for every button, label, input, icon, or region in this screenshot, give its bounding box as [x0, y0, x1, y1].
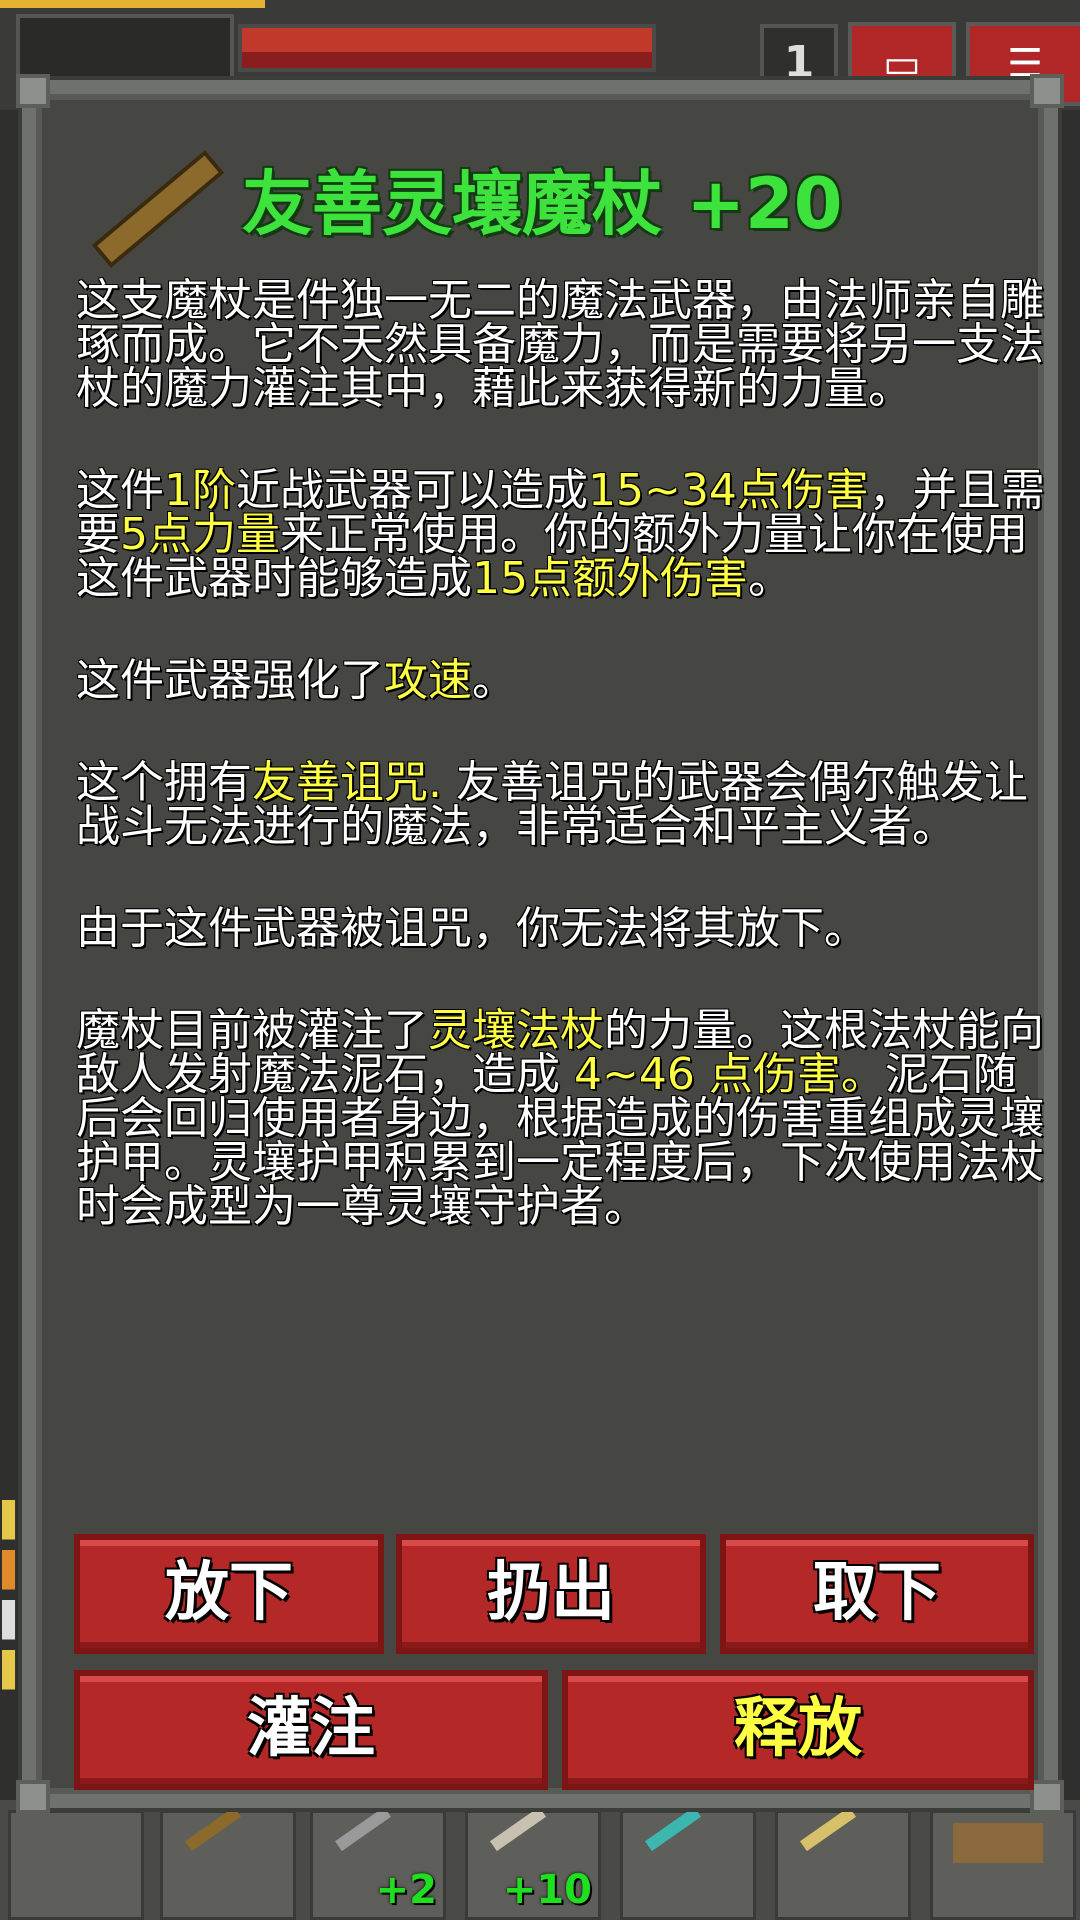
unequip-button[interactable]: 取下 — [720, 1534, 1034, 1654]
bonus-damage-highlight: 15点额外伤害 — [472, 553, 748, 604]
item-title-row: 友善灵壤魔杖 +20 — [62, 149, 1022, 269]
quickslot[interactable] — [775, 1806, 911, 1920]
quickslot[interactable] — [160, 1806, 296, 1920]
text-span: 。 — [472, 655, 516, 706]
window-corner — [16, 74, 50, 108]
description-paragraph: 由于这件武器被诅咒，你无法将其放下。 — [76, 903, 868, 954]
armor-icon — [489, 1806, 547, 1852]
quickslot-bar: +2 +10 — [0, 1800, 1080, 1920]
quickslot[interactable] — [620, 1806, 756, 1920]
wand-icon — [644, 1806, 702, 1852]
description-paragraph: 魔杖目前被灌注了灵壤法杖的力量。这根法杖能向敌人发射魔法泥石，造成 4~46 点… — [76, 1009, 1046, 1229]
log-line-glyph: ▌ — [2, 1600, 22, 1640]
wand-icon — [799, 1806, 857, 1852]
item-title: 友善灵壤魔杖 +20 — [242, 163, 843, 245]
description-paragraph: 这个拥有友善诅咒. 友善诅咒的武器会偶尔触发让战斗无法进行的魔法，非常适合和平主… — [76, 761, 1046, 849]
window-corner — [1030, 74, 1064, 108]
health-bar-fill — [242, 28, 652, 52]
quickslot[interactable]: +10 — [465, 1806, 601, 1920]
log-line-glyph: ▌ — [2, 1500, 22, 1540]
wand-icon — [184, 1806, 242, 1852]
slot-bonus: +10 — [502, 1867, 592, 1913]
experience-bar — [0, 0, 265, 8]
quickslot[interactable]: +2 — [310, 1806, 446, 1920]
quickslot[interactable] — [8, 1810, 144, 1920]
slot-bonus: +2 — [375, 1867, 437, 1913]
log-line-glyph: ▌ — [2, 1650, 22, 1690]
item-description: 这支魔杖是件独一无二的魔法武器，由法师亲自雕琢而成。它不天然具备魔力，而是需要将… — [76, 279, 1046, 1229]
window-corner — [16, 1780, 50, 1814]
backpack-slot[interactable] — [930, 1810, 1076, 1920]
wand-icon — [91, 149, 225, 269]
description-paragraph: 这支魔杖是件独一无二的魔法武器，由法师亲自雕琢而成。它不天然具备魔力，而是需要将… — [76, 275, 1044, 414]
throw-button[interactable]: 扔出 — [396, 1534, 706, 1654]
enchant-highlight: 攻速 — [384, 655, 472, 706]
imbue-button[interactable]: 灌注 — [74, 1670, 548, 1790]
weapon-icon — [334, 1806, 392, 1852]
item-info-window: 友善灵壤魔杖 +20 这支魔杖是件独一无二的魔法武器，由法师亲自雕琢而成。它不天… — [16, 74, 1064, 1814]
description-paragraph: 这件1阶近战武器可以造成15~34点伤害，并且需要5点力量来正常使用。你的额外力… — [76, 469, 1046, 601]
backpack-icon — [953, 1823, 1043, 1863]
drop-button[interactable]: 放下 — [74, 1534, 384, 1654]
description-paragraph: 这件武器强化了攻速。 — [76, 659, 1046, 703]
log-line-glyph: ▌ — [2, 1550, 22, 1590]
window-corner — [1030, 1780, 1064, 1814]
release-button[interactable]: 释放 — [562, 1670, 1034, 1790]
text-span: 这件武器强化了 — [76, 655, 384, 706]
text-span: 。 — [748, 553, 792, 604]
health-bar — [238, 24, 656, 72]
